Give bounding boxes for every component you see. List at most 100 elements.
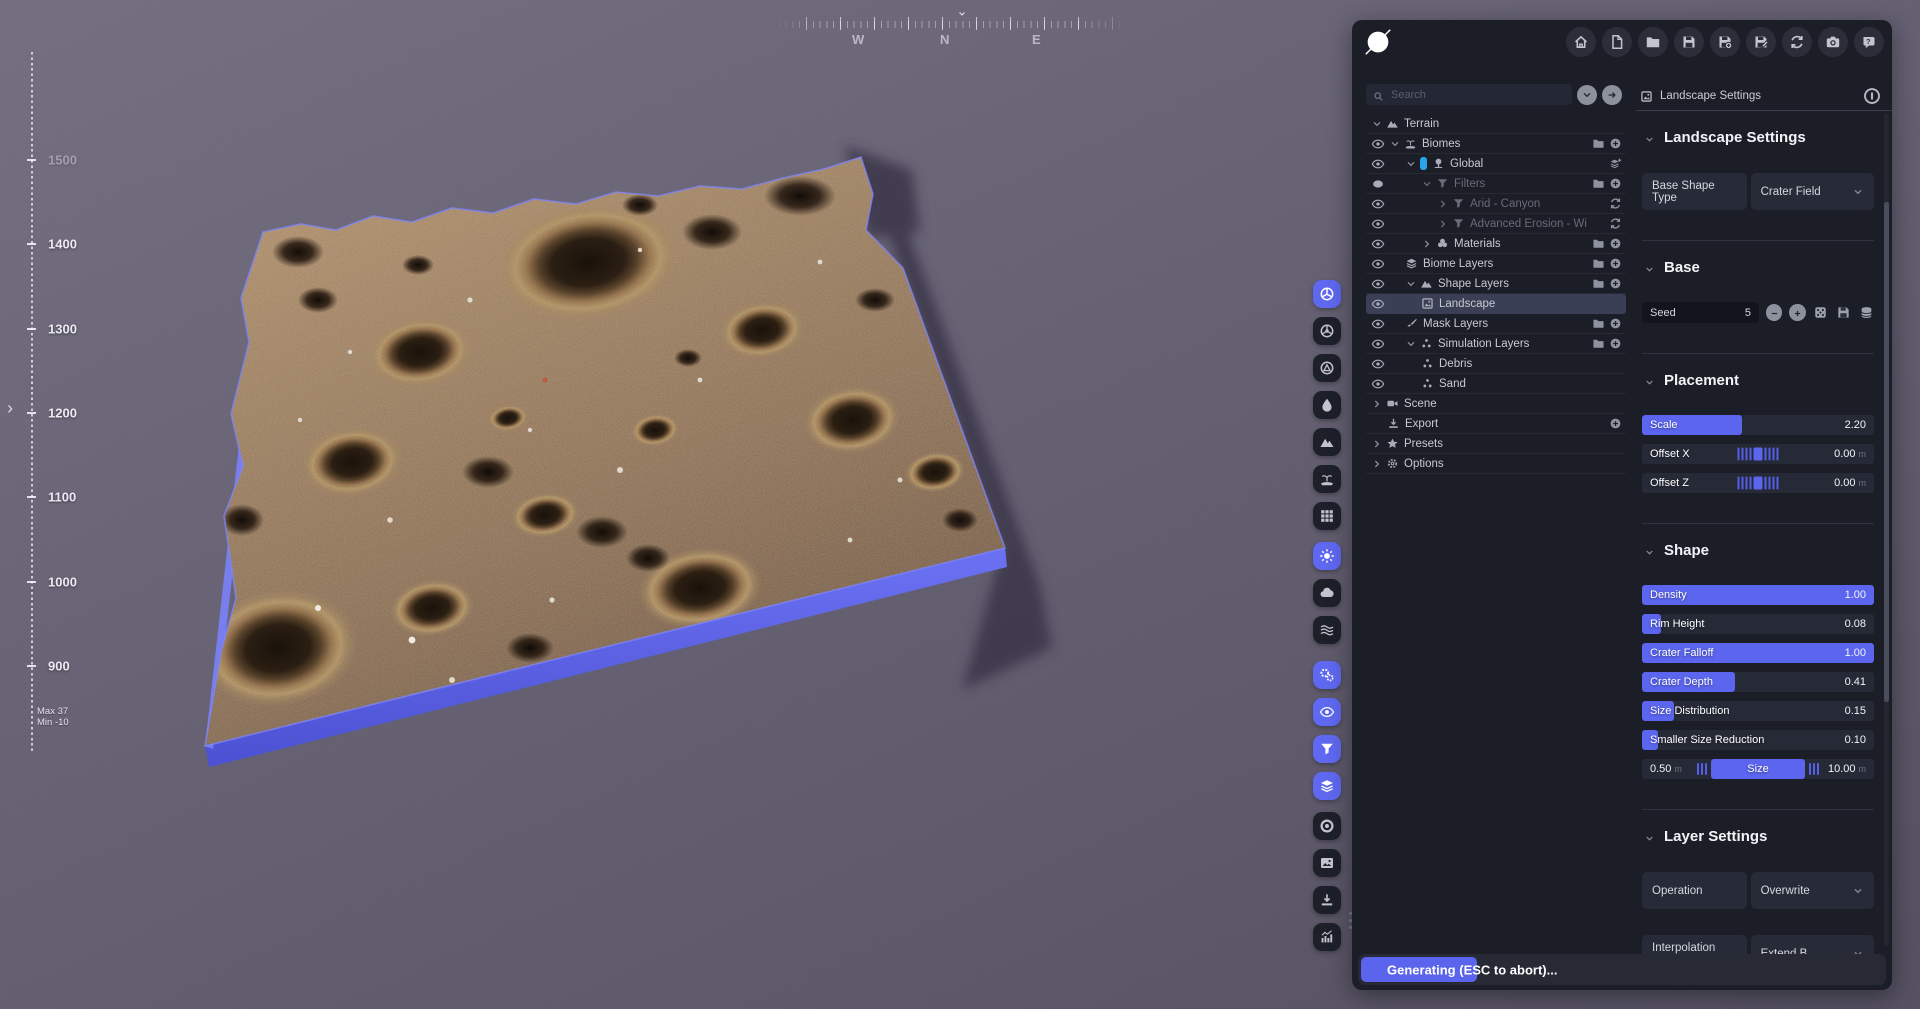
eye-icon[interactable] xyxy=(1371,217,1385,231)
tree-item-global[interactable]: Global xyxy=(1366,154,1626,174)
chev-right-icon[interactable] xyxy=(1371,398,1383,410)
chev-right-icon[interactable] xyxy=(1437,218,1449,230)
tree-item-presets[interactable]: Presets xyxy=(1366,434,1626,454)
tree-item-sand[interactable]: Sand xyxy=(1366,374,1626,394)
tree-item-debris[interactable]: Debris xyxy=(1366,354,1626,374)
chev-right-icon[interactable] xyxy=(1421,238,1433,250)
eye-icon[interactable] xyxy=(1371,357,1385,371)
auto-generate-toggle-button[interactable] xyxy=(1313,661,1341,689)
db-icon[interactable] xyxy=(1859,305,1874,320)
offset-x-drag-input[interactable]: Offset X0.00m xyxy=(1642,444,1874,464)
collapse-all-button[interactable] xyxy=(1577,85,1597,105)
add-icon[interactable] xyxy=(1609,257,1622,270)
range-fill[interactable]: Size xyxy=(1711,759,1805,779)
refresh-icon[interactable] xyxy=(1609,197,1622,210)
ocean-toggle-button[interactable] xyxy=(1313,616,1341,644)
section-heading-base[interactable]: Base xyxy=(1644,257,1874,277)
seed-decrement-button[interactable] xyxy=(1766,304,1783,321)
density-slider[interactable]: Density1.00 xyxy=(1642,585,1874,605)
terrain-toggle-button[interactable] xyxy=(1313,428,1341,456)
eye-icon[interactable] xyxy=(1371,377,1385,391)
tree-item-mask-layers[interactable]: Mask Layers xyxy=(1366,314,1626,334)
add-icon[interactable] xyxy=(1609,177,1622,190)
folder-icon[interactable] xyxy=(1592,257,1605,270)
snapshot-button[interactable] xyxy=(1313,849,1341,877)
refresh-icon[interactable] xyxy=(1609,217,1622,230)
tree-item-scene[interactable]: Scene xyxy=(1366,394,1626,414)
eye-icon[interactable] xyxy=(1371,237,1385,251)
nav-orbit-button[interactable] xyxy=(1313,280,1341,308)
panel-options-button[interactable] xyxy=(1862,86,1882,106)
add-icon[interactable] xyxy=(1609,277,1622,290)
home-button[interactable] xyxy=(1566,27,1596,57)
tree-item-arid-canyon[interactable]: Arid - Canyon xyxy=(1366,194,1626,214)
add-icon[interactable] xyxy=(1609,237,1622,250)
biome-toggle-button[interactable] xyxy=(1313,465,1341,493)
tree-item-terrain[interactable]: Terrain xyxy=(1366,114,1626,134)
folder-icon[interactable] xyxy=(1592,137,1605,150)
tree-item-landscape[interactable]: Landscape xyxy=(1366,294,1626,314)
folder-icon[interactable] xyxy=(1592,337,1605,350)
eye-icon[interactable] xyxy=(1371,157,1385,171)
chev-down-icon[interactable] xyxy=(1405,158,1417,170)
tree-item-options[interactable]: Options xyxy=(1366,454,1626,474)
save-icon[interactable] xyxy=(1836,305,1851,320)
eye-icon[interactable] xyxy=(1371,317,1385,331)
save-button[interactable] xyxy=(1674,27,1704,57)
eye-icon[interactable] xyxy=(1371,297,1385,311)
settings-scrollbar[interactable] xyxy=(1884,114,1889,946)
save-as-button[interactable] xyxy=(1710,27,1740,57)
find-next-button[interactable] xyxy=(1602,85,1622,105)
folder-icon[interactable] xyxy=(1592,317,1605,330)
screenshot-button[interactable] xyxy=(1818,27,1848,57)
nav-orbit-free-button[interactable] xyxy=(1313,317,1341,345)
eye-off-icon[interactable] xyxy=(1371,177,1385,191)
base-shape-type-select[interactable]: Crater Field xyxy=(1751,173,1874,210)
add-icon[interactable] xyxy=(1609,337,1622,350)
eye-icon[interactable] xyxy=(1371,137,1385,151)
record-button[interactable] xyxy=(1313,812,1341,840)
reload-button[interactable] xyxy=(1782,27,1812,57)
scale-slider[interactable]: Scale2.20 xyxy=(1642,415,1874,435)
crater-falloff-slider[interactable]: Crater Falloff1.00 xyxy=(1642,643,1874,663)
tree-item-simulation-layers[interactable]: Simulation Layers xyxy=(1366,334,1626,354)
dice-icon[interactable] xyxy=(1813,305,1828,320)
chev-right-icon[interactable] xyxy=(1371,438,1383,450)
operation-select[interactable]: Overwrite xyxy=(1751,872,1874,909)
layers-add-icon[interactable] xyxy=(1609,157,1622,170)
compass[interactable]: W N E xyxy=(772,6,1128,46)
chev-down-icon[interactable] xyxy=(1405,338,1417,350)
tree-item-shape-layers[interactable]: Shape Layers xyxy=(1366,274,1626,294)
size-distribution-slider[interactable]: Size Distribution0.15 xyxy=(1642,701,1874,721)
seed-input[interactable]: Seed5 xyxy=(1642,302,1759,323)
grid-toggle-button[interactable] xyxy=(1313,502,1341,530)
tree-item-export[interactable]: Export xyxy=(1366,414,1626,434)
add-icon[interactable] xyxy=(1609,317,1622,330)
nav-orbit-center-button[interactable] xyxy=(1313,354,1341,382)
lighting-toggle-button[interactable] xyxy=(1313,542,1341,570)
section-heading-landscape-settings[interactable]: Landscape Settings xyxy=(1644,127,1874,147)
section-heading-placement[interactable]: Placement xyxy=(1644,370,1874,390)
seed-increment-button[interactable] xyxy=(1789,304,1806,321)
smaller-size-reduction-slider[interactable]: Smaller Size Reduction0.10 xyxy=(1642,730,1874,750)
chev-down-icon[interactable] xyxy=(1371,118,1383,130)
eye-icon[interactable] xyxy=(1371,257,1385,271)
crater-depth-slider[interactable]: Crater Depth0.41 xyxy=(1642,672,1874,692)
search-box[interactable] xyxy=(1366,84,1572,105)
tree-item-filters[interactable]: Filters xyxy=(1366,174,1626,194)
tree-item-advanced-erosion-wi[interactable]: Advanced Erosion - Wi xyxy=(1366,214,1626,234)
section-heading-shape[interactable]: Shape xyxy=(1644,540,1874,560)
visibility-toggle-button[interactable] xyxy=(1313,698,1341,726)
section-heading-layer-settings[interactable]: Layer Settings xyxy=(1644,826,1874,846)
chev-down-icon[interactable] xyxy=(1389,138,1401,150)
stats-button[interactable] xyxy=(1313,923,1341,951)
search-input[interactable] xyxy=(1389,88,1565,102)
eye-icon[interactable] xyxy=(1371,337,1385,351)
folder-icon[interactable] xyxy=(1592,237,1605,250)
app-logo-icon[interactable] xyxy=(1362,26,1394,58)
folder-icon[interactable] xyxy=(1592,177,1605,190)
open-project-button[interactable] xyxy=(1638,27,1668,57)
water-toggle-button[interactable] xyxy=(1313,391,1341,419)
color-swatch[interactable] xyxy=(1420,157,1427,170)
rim-height-slider[interactable]: Rim Height0.08 xyxy=(1642,614,1874,634)
